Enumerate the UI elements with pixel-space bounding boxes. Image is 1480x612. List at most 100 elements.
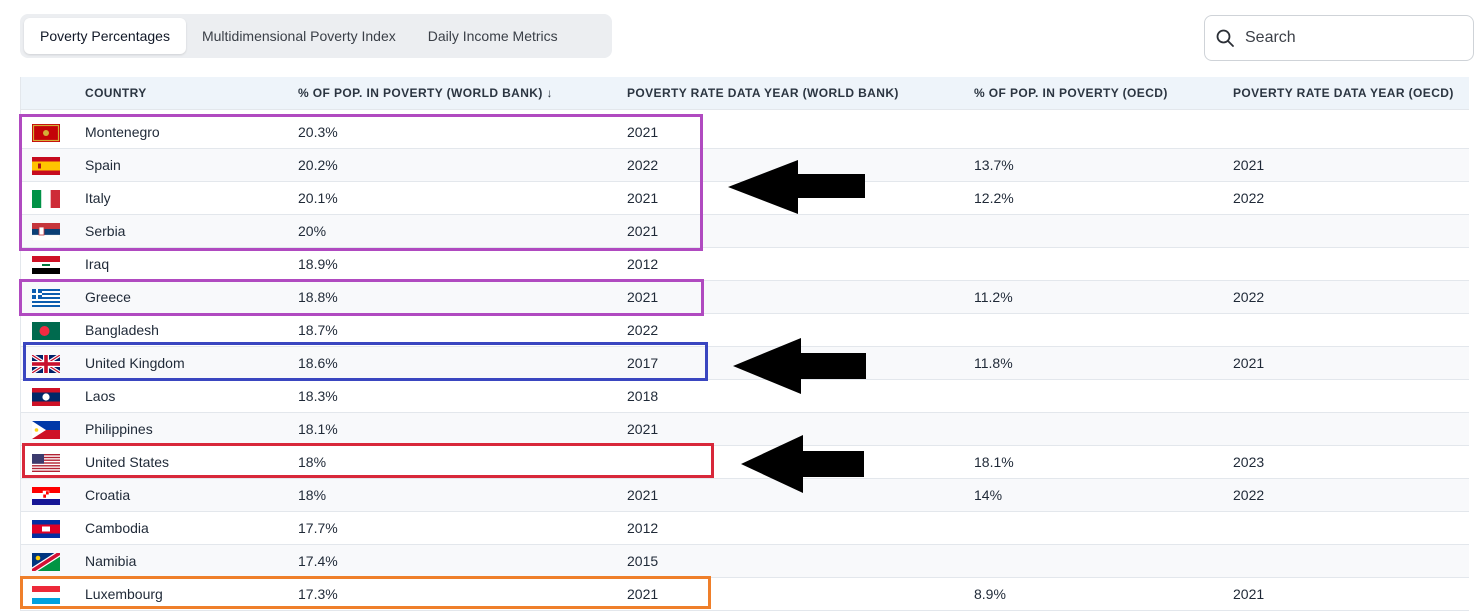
table-row: Spain 20.2% 2022 13.7% 2021: [21, 149, 1469, 182]
spain-flag-icon: [32, 157, 60, 175]
wb-percent-cell: 18%: [298, 487, 327, 503]
laos-flag-icon: [32, 388, 60, 406]
tab-daily-income-metrics[interactable]: Daily Income Metrics: [412, 18, 574, 54]
oecd-percent-cell: 18.1%: [974, 454, 1014, 470]
oecd-year-cell: 2023: [1233, 454, 1265, 470]
wb-year-cell: 2022: [627, 157, 659, 173]
oecd-year-cell: 2022: [1233, 487, 1265, 503]
wb-year-cell: 2012: [627, 256, 659, 272]
wb-year-cell: 2017: [627, 355, 659, 371]
oecd-percent-cell: 14%: [974, 487, 1003, 503]
tab-multidimensional-poverty-index[interactable]: Multidimensional Poverty Index: [186, 18, 412, 54]
table-row: Philippines 18.1% 2021: [21, 413, 1469, 446]
column-header-wb-percent[interactable]: % OF POP. IN POVERTY (WORLD BANK) ↓: [298, 86, 553, 100]
table-row: Italy 20.1% 2021 12.2% 2022: [21, 182, 1469, 215]
luxembourg-flag-icon: [32, 586, 60, 604]
tab-bar: Poverty Percentages Multidimensional Pov…: [20, 14, 612, 58]
wb-percent-cell: 18%: [298, 454, 327, 470]
wb-year-cell: 2021: [627, 586, 659, 602]
table-row: Greece 18.8% 2021 11.2% 2022: [21, 281, 1469, 314]
table-row: Serbia 20% 2021: [21, 215, 1469, 248]
table-row: United Kingdom 18.6% 2017 11.8% 2021: [21, 347, 1469, 380]
country-name-cell: Luxembourg: [85, 586, 163, 602]
tab-poverty-percentages[interactable]: Poverty Percentages: [24, 18, 186, 54]
column-header-wb-year[interactable]: POVERTY RATE DATA YEAR (WORLD BANK): [627, 86, 899, 100]
country-name-cell: Greece: [85, 289, 131, 305]
country-name-cell: Cambodia: [85, 520, 149, 536]
oecd-year-cell: 2021: [1233, 355, 1265, 371]
wb-year-cell: 2015: [627, 553, 659, 569]
table-row: Bangladesh 18.7% 2022: [21, 314, 1469, 347]
wb-percent-cell: 17.7%: [298, 520, 338, 536]
wb-percent-cell: 20%: [298, 223, 327, 239]
montenegro-flag-icon: [32, 124, 60, 142]
serbia-flag-icon: [32, 223, 60, 241]
oecd-percent-cell: 8.9%: [974, 586, 1006, 602]
table-row: Cambodia 17.7% 2012: [21, 512, 1469, 545]
namibia-flag-icon: [32, 553, 60, 571]
wb-percent-cell: 18.3%: [298, 388, 338, 404]
oecd-percent-cell: 11.2%: [974, 289, 1013, 305]
country-name-cell: Croatia: [85, 487, 131, 503]
oecd-percent-cell: 13.7%: [974, 157, 1014, 173]
philippines-flag-icon: [32, 421, 60, 439]
country-name-cell: Serbia: [85, 223, 126, 239]
search-icon: [1216, 29, 1234, 47]
wb-year-cell: 2021: [627, 421, 659, 437]
table-row: United States 18% 18.1% 2023: [21, 446, 1469, 479]
wb-year-cell: 2022: [627, 322, 659, 338]
wb-year-cell: 2021: [627, 124, 659, 140]
oecd-percent-cell: 12.2%: [974, 190, 1014, 206]
search-box[interactable]: [1204, 15, 1474, 61]
wb-year-cell: 2021: [627, 487, 659, 503]
oecd-percent-cell: 11.8%: [974, 355, 1013, 371]
italy-flag-icon: [32, 190, 60, 208]
oecd-year-cell: 2022: [1233, 289, 1265, 305]
poverty-table: COUNTRY % OF POP. IN POVERTY (WORLD BANK…: [20, 77, 1469, 611]
wb-percent-cell: 18.9%: [298, 256, 338, 272]
cambodia-flag-icon: [32, 520, 60, 538]
table-row: Luxembourg 17.3% 2021 8.9% 2021: [21, 578, 1469, 611]
country-name-cell: Montenegro: [85, 124, 160, 140]
greece-flag-icon: [32, 289, 60, 307]
country-name-cell: United Kingdom: [85, 355, 185, 371]
table-row: Laos 18.3% 2018: [21, 380, 1469, 413]
wb-percent-cell: 18.6%: [298, 355, 338, 371]
wb-year-cell: 2021: [627, 190, 659, 206]
column-header-country[interactable]: COUNTRY: [85, 86, 147, 100]
wb-percent-cell: 17.4%: [298, 553, 338, 569]
united-kingdom-flag-icon: [32, 355, 60, 373]
wb-year-cell: 2021: [627, 289, 659, 305]
country-name-cell: Italy: [85, 190, 111, 206]
wb-percent-cell: 17.3%: [298, 586, 338, 602]
bangladesh-flag-icon: [32, 322, 60, 340]
search-input[interactable]: [1243, 28, 1447, 48]
table-body: Montenegro 20.3% 2021 Spain 20.2% 2022 13.7% 20…: [21, 116, 1469, 611]
country-name-cell: Namibia: [85, 553, 137, 569]
wb-year-cell: 2018: [627, 388, 659, 404]
table-row: Iraq 18.9% 2012: [21, 248, 1469, 281]
country-name-cell: Bangladesh: [85, 322, 159, 338]
wb-year-cell: 2021: [627, 223, 659, 239]
croatia-flag-icon: [32, 487, 60, 505]
country-name-cell: Iraq: [85, 256, 110, 272]
table-row: Montenegro 20.3% 2021: [21, 116, 1469, 149]
wb-percent-cell: 18.8%: [298, 289, 338, 305]
wb-percent-cell: 20.2%: [298, 157, 338, 173]
oecd-year-cell: 2021: [1233, 586, 1265, 602]
wb-percent-cell: 18.7%: [298, 322, 338, 338]
column-header-oecd-year[interactable]: POVERTY RATE DATA YEAR (OECD): [1233, 86, 1454, 100]
wb-percent-cell: 18.1%: [298, 421, 338, 437]
column-header-oecd-percent[interactable]: % OF POP. IN POVERTY (OECD): [974, 86, 1168, 100]
iraq-flag-icon: [32, 256, 60, 274]
country-name-cell: Philippines: [85, 421, 153, 437]
table-header: COUNTRY % OF POP. IN POVERTY (WORLD BANK…: [21, 77, 1469, 110]
wb-percent-cell: 20.3%: [298, 124, 338, 140]
wb-percent-cell: 20.1%: [298, 190, 338, 206]
oecd-year-cell: 2022: [1233, 190, 1265, 206]
country-name-cell: Laos: [85, 388, 116, 404]
wb-year-cell: 2012: [627, 520, 659, 536]
united-states-flag-icon: [32, 454, 60, 472]
table-row: Croatia 18% 2021 14% 2022: [21, 479, 1469, 512]
country-name-cell: Spain: [85, 157, 121, 173]
